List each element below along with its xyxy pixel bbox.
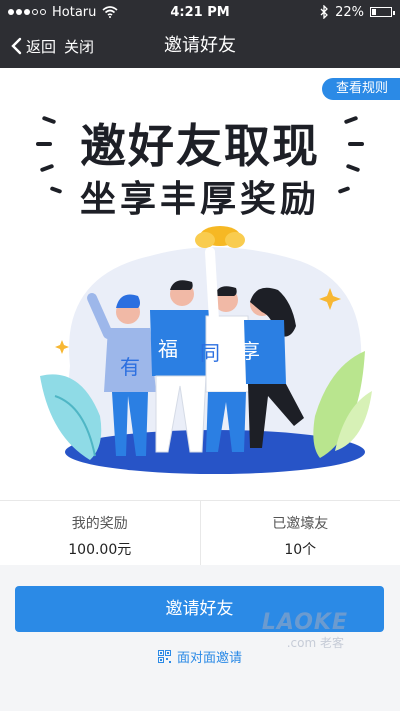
invited-value: 10个 (284, 542, 317, 558)
reward-stat[interactable]: 我的奖励 100.00元 (0, 501, 200, 565)
nav-left: 返回 关闭 (10, 24, 94, 68)
sparkle-icon (55, 340, 69, 354)
chevron-left-icon (11, 37, 22, 55)
invited-label: 已邀壕友 (272, 516, 329, 532)
shirt-char: 享 (240, 339, 260, 363)
signal-icon (8, 9, 46, 15)
reward-value: 100.00元 (68, 542, 132, 558)
face-to-face-invite-link[interactable]: 面对面邀请 (0, 647, 400, 666)
status-bar: Hotaru 4:21 PM 22% (0, 0, 400, 24)
shirt-char: 福 (158, 337, 178, 361)
friends-illustration: 有 福 同 享 (40, 226, 372, 474)
person-arm (205, 247, 219, 325)
back-label: 返回 (26, 37, 57, 56)
battery-percent: 22% (335, 4, 364, 20)
qr-code-icon (157, 650, 171, 663)
reward-label: 我的奖励 (71, 516, 128, 532)
back-button[interactable]: 返回 (10, 36, 56, 57)
shirt-char: 同 (200, 341, 220, 365)
battery-icon (370, 7, 395, 17)
status-left: Hotaru (8, 5, 118, 20)
invited-stat[interactable]: 已邀壕友 10个 (199, 501, 400, 565)
stats-row: 我的奖励 100.00元 已邀壕友 10个 (0, 500, 400, 565)
bluetooth-icon (320, 5, 329, 19)
gold-ingot (225, 232, 245, 248)
nav-bar: 返回 关闭 邀请好友 (0, 24, 400, 68)
wifi-icon (102, 6, 118, 18)
close-button[interactable]: 关闭 (64, 36, 94, 57)
face-to-face-label: 面对面邀请 (176, 651, 242, 666)
shirt-char: 有 (120, 355, 140, 379)
view-rules-button[interactable]: 查看规则 (321, 78, 400, 100)
headline-primary: 邀好友取现 (80, 119, 320, 173)
status-right: 22% (320, 4, 395, 20)
headline-secondary: 坐享丰厚奖励 (79, 179, 320, 220)
carrier-name: Hotaru (52, 4, 97, 20)
gold-ingot (195, 232, 215, 248)
watermark-logo: LAOKE (261, 610, 348, 635)
hero-banner: 查看规则 邀好友取现 坐享丰厚奖励 有 福 同 享 (0, 68, 400, 500)
